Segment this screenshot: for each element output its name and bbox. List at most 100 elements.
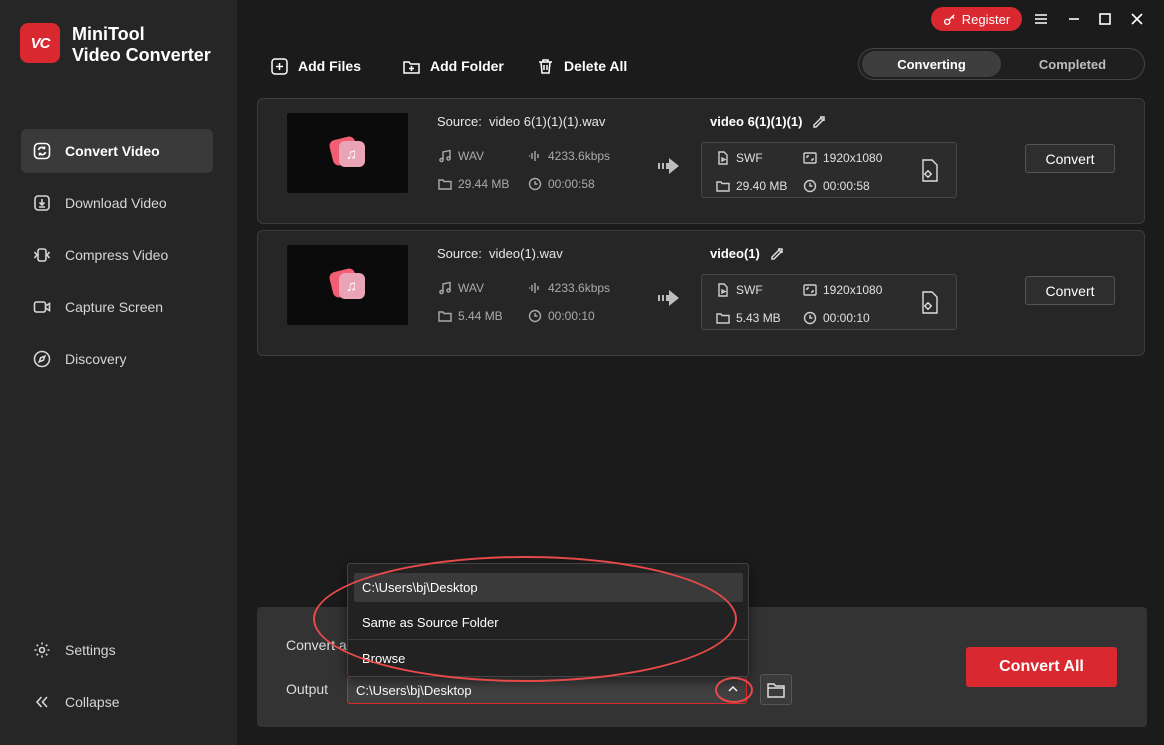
thumbnail: ♫ xyxy=(287,113,408,193)
sidebar-item-label: Compress Video xyxy=(65,247,169,263)
output-size: 29.40 MB xyxy=(716,179,787,193)
dropdown-option-same-as-source[interactable]: Same as Source Folder xyxy=(354,608,743,637)
app-logo: VC xyxy=(20,23,60,63)
status-tabs: Converting Completed xyxy=(858,48,1145,80)
convert-icon xyxy=(33,142,51,160)
video-file-icon xyxy=(718,283,728,297)
output-settings-box[interactable]: SWF 1920x1080 29.40 MB 00:00:58 xyxy=(701,142,957,198)
folder-icon xyxy=(767,682,785,698)
open-folder-button[interactable] xyxy=(760,674,792,705)
output-format: SWF xyxy=(716,151,763,165)
clock-icon xyxy=(803,179,817,193)
music-note-icon xyxy=(439,281,451,295)
source-prefix: Source: xyxy=(437,114,482,129)
source-size: 29.44 MB xyxy=(438,177,509,191)
source-format: WAV xyxy=(438,281,484,295)
sidebar-item-discovery[interactable]: Discovery xyxy=(21,337,213,381)
file-settings-icon[interactable] xyxy=(920,291,940,315)
format-value: SWF xyxy=(736,151,763,165)
size-value: 5.44 MB xyxy=(458,309,503,323)
add-folder-label: Add Folder xyxy=(430,58,504,74)
folder-icon xyxy=(438,311,452,322)
add-files-button[interactable]: Add Files xyxy=(271,55,361,77)
format-value: WAV xyxy=(458,149,484,163)
brand-line2: Video Converter xyxy=(72,45,211,65)
format-value: SWF xyxy=(736,283,763,297)
source-bitrate: 4233.6kbps xyxy=(528,281,610,295)
register-label: Register xyxy=(961,11,1011,27)
sidebar-item-label: Download Video xyxy=(65,195,167,211)
maximize-icon xyxy=(1099,13,1111,25)
file-settings-icon[interactable] xyxy=(920,159,940,183)
convert-button[interactable]: Convert xyxy=(1025,144,1115,173)
compress-icon xyxy=(33,246,51,264)
duration-value: 00:00:58 xyxy=(823,179,870,193)
source-label: Source: video 6(1)(1)(1).wav xyxy=(437,114,605,129)
duration-value: 00:00:10 xyxy=(823,311,870,325)
close-button[interactable] xyxy=(1127,9,1147,29)
sidebar-item-convert-video[interactable]: Convert Video xyxy=(21,129,213,173)
output-resolution: 1920x1080 xyxy=(803,151,882,165)
output-name: video(1) xyxy=(710,246,784,261)
register-button[interactable]: Register xyxy=(931,7,1022,31)
chevron-up-icon[interactable] xyxy=(725,681,741,697)
convert-button[interactable]: Convert xyxy=(1025,276,1115,305)
output-duration: 00:00:10 xyxy=(803,311,870,325)
camera-icon xyxy=(33,298,51,316)
output-settings-box[interactable]: SWF 1920x1080 5.43 MB 00:00:10 xyxy=(701,274,957,330)
sidebar-item-label: Capture Screen xyxy=(65,299,164,315)
source-duration: 00:00:58 xyxy=(528,177,595,191)
format-value: WAV xyxy=(458,281,484,295)
brand-line1: MiniTool xyxy=(72,24,145,44)
trash-icon xyxy=(539,58,552,74)
file-card: ♫ Source: video(1).wav WAV 4233.6kbps 5.… xyxy=(257,230,1145,356)
clock-icon xyxy=(803,311,817,325)
output-format: SWF xyxy=(716,283,763,297)
minimize-button[interactable] xyxy=(1064,9,1084,29)
maximize-button[interactable] xyxy=(1095,9,1115,29)
folder-icon xyxy=(716,181,730,192)
folder-icon xyxy=(438,179,452,190)
music-file-icon: ♫ xyxy=(327,267,365,302)
sidebar-item-capture-screen[interactable]: Capture Screen xyxy=(21,285,213,329)
source-label: Source: video(1).wav xyxy=(437,246,563,261)
source-size: 5.44 MB xyxy=(438,309,503,323)
output-path-select[interactable]: C:\Users\bj\Desktop xyxy=(347,676,747,704)
dropdown-option-desktop[interactable]: C:\Users\bj\Desktop xyxy=(354,573,743,602)
add-files-label: Add Files xyxy=(298,58,362,74)
music-note-icon xyxy=(439,149,451,163)
delete-all-button[interactable]: Delete All xyxy=(537,55,627,77)
delete-all-label: Delete All xyxy=(564,58,628,74)
size-value: 29.44 MB xyxy=(458,177,510,191)
edit-icon[interactable] xyxy=(770,247,784,261)
gear-icon xyxy=(33,641,51,659)
edit-icon[interactable] xyxy=(812,115,826,129)
output-resolution: 1920x1080 xyxy=(803,283,882,297)
video-file-icon xyxy=(718,151,728,165)
tab-completed[interactable]: Completed xyxy=(1003,51,1142,77)
dropdown-option-browse[interactable]: Browse xyxy=(354,644,743,673)
sidebar-item-download-video[interactable]: Download Video xyxy=(21,181,213,225)
clock-icon xyxy=(528,309,542,323)
source-filename: video(1).wav xyxy=(489,246,563,261)
bitrate-value: 4233.6kbps xyxy=(548,149,611,163)
sidebar-item-collapse[interactable]: Collapse xyxy=(21,680,213,724)
plus-square-icon xyxy=(271,57,288,75)
logo-text: VC xyxy=(30,34,51,52)
menu-button[interactable] xyxy=(1031,9,1051,29)
tab-converting[interactable]: Converting xyxy=(862,51,1001,77)
resolution-icon xyxy=(803,152,817,164)
thumbnail: ♫ xyxy=(287,245,408,325)
convert-all-button[interactable]: Convert All xyxy=(966,647,1117,687)
sidebar-item-settings[interactable]: Settings xyxy=(21,628,213,672)
sidebar: VC MiniTool Video Converter Convert Vide… xyxy=(0,0,237,745)
convert-all-files-label: Convert al xyxy=(286,637,350,653)
add-folder-button[interactable]: Add Folder xyxy=(403,55,504,77)
size-value: 5.43 MB xyxy=(736,311,781,325)
sidebar-item-compress-video[interactable]: Compress Video xyxy=(21,233,213,277)
output-label: Output xyxy=(286,681,329,697)
resolution-value: 1920x1080 xyxy=(823,283,883,297)
source-format: WAV xyxy=(438,149,484,163)
sidebar-item-label: Convert Video xyxy=(65,143,160,159)
waveform-icon xyxy=(529,151,539,161)
